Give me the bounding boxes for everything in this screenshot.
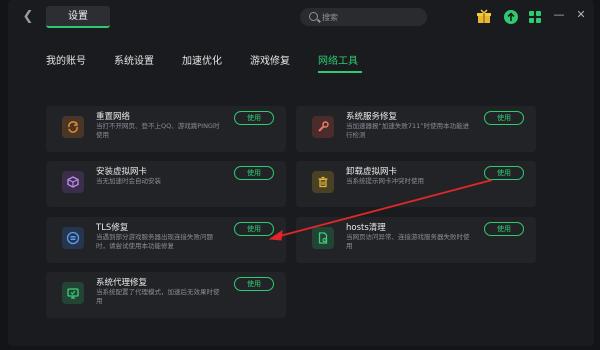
card-title: 系统代理修复 bbox=[96, 278, 148, 288]
card-hosts-cleanup: hosts清理 当网页访问异常、连接游戏服务器失败时使用 使用 bbox=[296, 217, 536, 263]
use-button-install-virtual-nic[interactable]: 使用 bbox=[234, 166, 274, 180]
card-title: TLS修复 bbox=[96, 223, 129, 233]
card-description: 当系统配置了代理模式，加速后无效果时使用 bbox=[96, 288, 220, 305]
gift-icon[interactable] bbox=[475, 8, 493, 26]
tab-system-settings[interactable]: 系统设置 bbox=[114, 55, 154, 69]
monitor-icon bbox=[62, 282, 84, 304]
card-tls-repair: TLS修复 当遇到部分游戏服务器出现连接失败问题时，请尝试使用本功能修复 使用 bbox=[46, 217, 286, 263]
card-description: 当无加速时会自动安装 bbox=[96, 177, 161, 185]
card-description: 当网页访问异常、连接游戏服务器失败时使用 bbox=[346, 233, 470, 250]
cube-icon bbox=[62, 171, 84, 193]
tab-acceleration[interactable]: 加速优化 bbox=[182, 55, 222, 69]
card-title: hosts清理 bbox=[346, 223, 386, 233]
use-button-reset-network[interactable]: 使用 bbox=[234, 111, 274, 125]
back-chevron-icon[interactable]: ❮ bbox=[20, 9, 36, 25]
wrench-icon bbox=[312, 116, 334, 138]
trash-icon bbox=[312, 171, 334, 193]
minimize-icon[interactable]: — bbox=[552, 8, 566, 22]
use-button-hosts-cleanup[interactable]: 使用 bbox=[484, 222, 524, 236]
search-box[interactable] bbox=[300, 8, 427, 26]
card-install-virtual-nic: 安装虚拟网卡 当无加速时会自动安装 使用 bbox=[46, 161, 286, 207]
search-input[interactable] bbox=[322, 10, 422, 24]
use-button-system-service-repair[interactable]: 使用 bbox=[484, 111, 524, 125]
card-description: 当系统提示网卡冲突时使用 bbox=[346, 177, 424, 185]
card-description: 当打不开网页、登不上QQ、游戏跳PING时使用 bbox=[96, 122, 220, 139]
tab-game-repair[interactable]: 游戏修复 bbox=[250, 55, 290, 69]
settings-tab[interactable]: 设置 bbox=[46, 6, 110, 28]
card-title: 卸载虚拟网卡 bbox=[346, 167, 398, 177]
use-button-tls-repair[interactable]: 使用 bbox=[234, 222, 274, 236]
list-icon bbox=[62, 227, 84, 249]
tab-network-tools[interactable]: 网络工具 bbox=[318, 55, 358, 69]
card-uninstall-virtual-nic: 卸载虚拟网卡 当系统提示网卡冲突时使用 使用 bbox=[296, 161, 536, 207]
close-icon[interactable]: ✕ bbox=[574, 8, 588, 22]
card-title: 系统服务修复 bbox=[346, 112, 398, 122]
card-reset-network: 重置网络 当打不开网页、登不上QQ、游戏跳PING时使用 使用 bbox=[46, 106, 286, 152]
card-title: 安装虚拟网卡 bbox=[96, 167, 148, 177]
reset-icon bbox=[62, 116, 84, 138]
card-system-service-repair: 系统服务修复 当加速器报“加速失败711”时使用本功能进行检测 使用 bbox=[296, 106, 536, 152]
use-button-uninstall-virtual-nic[interactable]: 使用 bbox=[484, 166, 524, 180]
card-system-proxy-repair: 系统代理修复 当系统配置了代理模式，加速后无效果时使用 使用 bbox=[46, 272, 286, 318]
card-title: 重置网络 bbox=[96, 112, 131, 122]
search-icon bbox=[309, 12, 318, 21]
card-description: 当遇到部分游戏服务器出现连接失败问题时，请尝试使用本功能修复 bbox=[96, 233, 213, 250]
active-tab-indicator bbox=[318, 71, 362, 73]
file-icon bbox=[312, 227, 334, 249]
use-button-system-proxy-repair[interactable]: 使用 bbox=[234, 277, 274, 291]
tab-my-account[interactable]: 我的账号 bbox=[46, 55, 86, 69]
apps-icon[interactable] bbox=[526, 8, 544, 26]
upload-icon[interactable] bbox=[502, 8, 520, 26]
card-description: 当加速器报“加速失败711”时使用本功能进行检测 bbox=[346, 122, 470, 139]
